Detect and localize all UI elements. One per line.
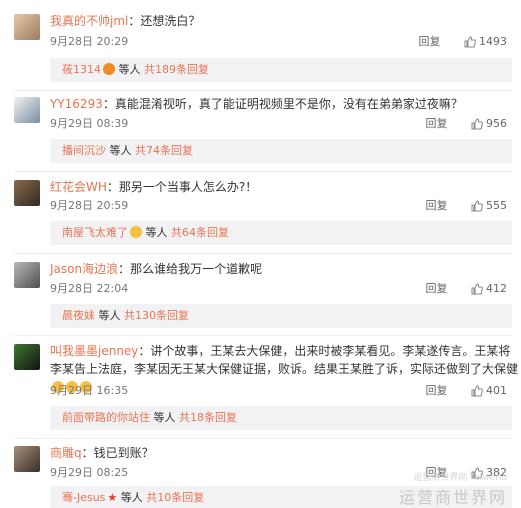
reply-summary-etc: 等人 (145, 226, 168, 239)
comment-username[interactable]: 叫我墨墨jenney (50, 344, 138, 358)
like-count: 1493 (479, 35, 507, 48)
thumbs-up-icon (471, 385, 483, 397)
avatar[interactable] (14, 344, 40, 370)
reply-summary-bar[interactable]: 莜1314 等人 共189条回复 (50, 58, 512, 82)
divider (14, 253, 512, 254)
comment-date: 9月29日 08:25 (50, 466, 129, 479)
comment-body: 商雕q：钱已到账？ (50, 444, 520, 462)
star-icon: ★ (107, 491, 118, 504)
reply-summary-user[interactable]: 莜1314 (62, 63, 101, 76)
comment-date: 9月28日 22:04 (50, 282, 129, 295)
fox-emoji-icon (103, 63, 115, 75)
comment-text: ：那么谁给我万一个道歉呢 (118, 262, 263, 276)
like-button[interactable]: 1493 (464, 35, 507, 48)
avatar[interactable] (14, 14, 40, 40)
reply-button[interactable]: 回复 (426, 280, 448, 296)
comment-username[interactable]: 我真的不帅jml (50, 14, 128, 28)
comment-actions: 回复 412 (426, 280, 508, 296)
like-button[interactable]: 412 (471, 282, 507, 295)
reply-summary-bar[interactable]: 前面带路的你站住 等人 共18条回复 (50, 406, 512, 430)
reply-summary-user[interactable]: 晨夜妹 (62, 309, 95, 322)
reply-summary-count[interactable]: 共189条回复 (144, 63, 209, 76)
reply-button[interactable]: 回复 (426, 197, 448, 213)
comment-body: Jason海边浪：那么谁给我万一个道歉呢 (50, 260, 520, 278)
avatar[interactable] (14, 97, 40, 123)
like-count: 956 (486, 117, 507, 130)
reply-summary-bar[interactable]: 播间沉沙 等人 共74条回复 (50, 139, 512, 163)
avatar[interactable] (14, 180, 40, 206)
reply-summary-etc: 等人 (118, 63, 141, 76)
comment-text: ：还想洗白？ (128, 14, 201, 28)
reply-button[interactable]: 回复 (426, 115, 448, 131)
comment-date: 9月28日 20:59 (50, 199, 129, 212)
like-button[interactable]: 956 (471, 117, 507, 130)
reply-button[interactable]: 回复 (426, 382, 448, 398)
reply-button[interactable]: 回复 (419, 33, 441, 49)
like-count: 555 (486, 199, 507, 212)
comment-date: 9月28日 20:29 (50, 35, 129, 48)
avatar[interactable] (14, 446, 40, 472)
comment-date: 9月29日 16:35 (50, 384, 129, 397)
reply-summary-count[interactable]: 共10条回复 (146, 491, 204, 504)
thumbs-up-icon (464, 36, 476, 48)
comment-body: 红花会WH：那另一个当事人怎么办?！ (50, 178, 520, 196)
comment-username[interactable]: 红花会WH (50, 180, 107, 194)
divider (14, 171, 512, 172)
like-count: 401 (486, 384, 507, 397)
reply-summary-etc: 等人 (153, 411, 176, 424)
reply-summary-etc: 等人 (98, 309, 121, 322)
comment-text: ：真能混淆视听，真了能证明视频里不是你，没有在弟弟家过夜嘛？ (102, 97, 463, 111)
comment-text: ：钱已到账？ (81, 446, 154, 460)
like-count: 412 (486, 282, 507, 295)
reply-summary-user[interactable]: 南屋飞太难了 (62, 226, 128, 239)
reply-summary-count[interactable]: 共18条回复 (179, 411, 237, 424)
divider (14, 90, 512, 91)
thumbs-up-icon (471, 283, 483, 295)
reply-summary-bar[interactable]: 晨夜妹 等人 共130条回复 (50, 304, 512, 328)
reply-summary-count[interactable]: 共64条回复 (171, 226, 229, 239)
avatar[interactable] (14, 262, 40, 288)
comment-username[interactable]: Jason海边浪 (50, 262, 118, 276)
comment-actions: 回复 956 (426, 115, 508, 131)
comment-body: YY16293：真能混淆视听，真了能证明视频里不是你，没有在弟弟家过夜嘛？ (50, 95, 520, 113)
divider (14, 438, 512, 439)
thumbs-up-icon (471, 118, 483, 130)
thumbs-up-icon (471, 200, 483, 212)
comment-text: ：那另一个当事人怎么办?！ (106, 180, 258, 194)
comment-username[interactable]: YY16293 (50, 97, 103, 111)
comment-date: 9月29日 08:39 (50, 117, 129, 130)
reply-summary-bar[interactable]: 南屋飞太难了 等人 共64条回复 (50, 221, 512, 245)
watermark-main: 运营商世界网 (398, 488, 507, 507)
watermark-small: 运营商世界网 Telworld (413, 473, 507, 483)
watermark: 运营商世界网 Telworld 运营商世界网 (398, 473, 507, 508)
reply-summary-user[interactable]: 播间沉沙 (62, 144, 106, 157)
reply-summary-user[interactable]: 骞-Jesus (62, 491, 105, 504)
divider (14, 335, 512, 336)
like-button[interactable]: 555 (471, 199, 507, 212)
like-button[interactable]: 401 (471, 384, 507, 397)
reply-summary-etc: 等人 (109, 144, 132, 157)
comment-actions: 回复 1493 (419, 33, 508, 49)
reply-summary-count[interactable]: 共130条回复 (124, 309, 189, 322)
comment-username[interactable]: 商雕q (50, 446, 82, 460)
sad-emoji-icon (130, 226, 142, 238)
comment-body: 我真的不帅jml：还想洗白？ (50, 12, 520, 30)
reply-summary-count[interactable]: 共74条回复 (135, 144, 193, 157)
comment-actions: 回复 401 (426, 382, 508, 398)
reply-summary-user[interactable]: 前面带路的你站住 (62, 411, 150, 424)
reply-summary-etc: 等人 (120, 491, 143, 504)
comment-actions: 回复 555 (426, 197, 508, 213)
